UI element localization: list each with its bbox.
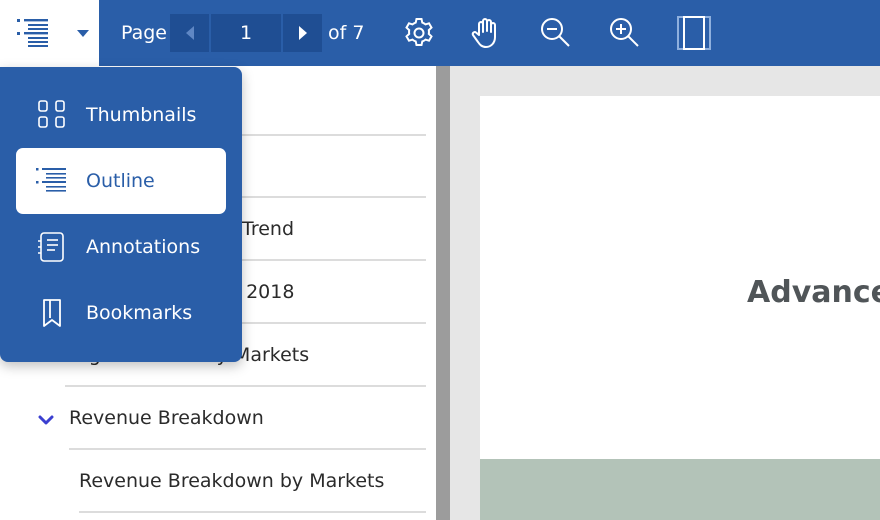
menu-item-label: Bookmarks bbox=[86, 302, 193, 324]
annotations-icon bbox=[38, 232, 64, 262]
outline-list-icon bbox=[17, 19, 48, 47]
chevron-down-icon[interactable] bbox=[38, 414, 54, 426]
menu-item-label: Outline bbox=[86, 170, 155, 192]
menu-item-outline[interactable]: Outline bbox=[16, 148, 226, 214]
document-title: Advanced bbox=[747, 275, 880, 310]
outline-item-label: Revenue Breakdown by Markets bbox=[79, 470, 385, 492]
bookmark-icon bbox=[43, 299, 61, 327]
chevron-left-icon bbox=[185, 26, 194, 40]
chevron-right-icon bbox=[298, 26, 307, 40]
page-count-label: of 7 bbox=[328, 22, 365, 44]
zoom-in-icon[interactable] bbox=[606, 15, 642, 51]
next-page-button[interactable] bbox=[283, 14, 322, 52]
fit-page-icon[interactable] bbox=[676, 15, 712, 51]
thumbnails-icon bbox=[38, 100, 65, 128]
menu-item-label: Annotations bbox=[86, 236, 201, 258]
menu-item-thumbnails[interactable]: Thumbnails bbox=[16, 82, 226, 148]
toolbar: Page of 7 bbox=[0, 0, 880, 66]
outline-item-label: Trend bbox=[242, 218, 294, 240]
menu-item-annotations[interactable]: Annotations bbox=[16, 214, 226, 280]
previous-page-button[interactable] bbox=[170, 14, 209, 52]
outline-list-icon bbox=[36, 168, 66, 192]
panel-toggle-button[interactable] bbox=[0, 0, 99, 66]
gear-icon[interactable] bbox=[401, 15, 437, 51]
caret-down-icon bbox=[77, 30, 89, 37]
page-label: Page bbox=[121, 22, 167, 44]
document-band bbox=[480, 459, 880, 520]
menu-item-bookmarks[interactable]: Bookmarks bbox=[16, 280, 226, 346]
outline-item-label: Revenue Breakdown bbox=[69, 407, 264, 429]
outline-item[interactable]: Revenue Breakdown by Markets bbox=[79, 451, 426, 513]
menu-item-label: Thumbnails bbox=[86, 104, 197, 126]
outline-item[interactable]: Revenue Breakdown bbox=[69, 388, 426, 450]
panel-splitter[interactable] bbox=[436, 66, 450, 520]
hand-icon[interactable] bbox=[469, 15, 505, 51]
page-number-input[interactable] bbox=[211, 14, 281, 52]
zoom-out-icon[interactable] bbox=[537, 15, 573, 51]
panel-menu: Thumbnails Outline Annotations Bookmarks bbox=[0, 67, 242, 362]
